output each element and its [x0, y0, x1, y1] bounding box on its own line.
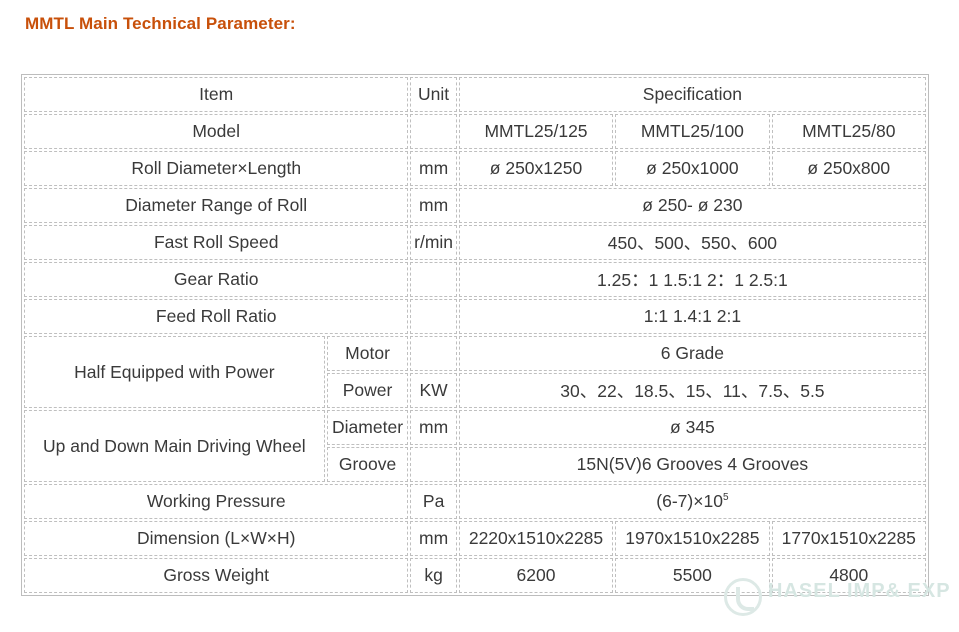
motor-unit: [410, 336, 457, 371]
model-value-1: MMTL25/125: [458, 114, 614, 149]
fast-speed-value: 450、500、550、600: [458, 225, 926, 260]
groove-unit: [410, 447, 457, 482]
diameter-range-value: ø 250- ø 230: [458, 188, 926, 223]
model-value-3: MMTL25/80: [771, 114, 926, 149]
table-row-model: Model MMTL25/125 MMTL25/100 MMTL25/80: [24, 114, 926, 149]
power-value: 30、22、18.5、15、11、7.5、5.5: [458, 373, 926, 408]
pressure-value-base: (6-7)×10: [656, 491, 723, 511]
power-unit: KW: [410, 373, 457, 408]
motor-value: 6 Grade: [458, 336, 926, 371]
power-label: Power: [326, 373, 409, 408]
roll-size-value-1: ø 250x1250: [458, 151, 614, 186]
table-row-roll-size: Roll Diameter×Length mm ø 250x1250 ø 250…: [24, 151, 926, 186]
groove-label: Groove: [326, 447, 409, 482]
pressure-label: Working Pressure: [24, 484, 409, 519]
wheel-diameter-value: ø 345: [458, 410, 926, 445]
spec-table-frame: Item Unit Specification Model MMTL25/125…: [21, 74, 929, 596]
feed-ratio-value: 1:1 1.4:1 2:1: [458, 299, 926, 334]
roll-size-unit: mm: [410, 151, 457, 186]
wheel-diameter-unit: mm: [410, 410, 457, 445]
half-power-label: Half Equipped with Power: [24, 336, 325, 408]
roll-size-label: Roll Diameter×Length: [24, 151, 409, 186]
table-row-dimension: Dimension (L×W×H) mm 2220x1510x2285 1970…: [24, 521, 926, 556]
weight-value-1: 6200: [458, 558, 614, 593]
weight-label: Gross Weight: [24, 558, 409, 593]
wheel-diameter-label: Diameter: [326, 410, 409, 445]
dimension-value-3: 1770x1510x2285: [771, 521, 926, 556]
gear-ratio-value: 1.25：1 1.5:1 2：1 2.5:1: [458, 262, 926, 297]
model-unit: [410, 114, 457, 149]
table-row-gear-ratio: Gear Ratio 1.25：1 1.5:1 2：1 2.5:1: [24, 262, 926, 297]
feed-ratio-unit: [410, 299, 457, 334]
roll-size-value-3: ø 250x800: [771, 151, 926, 186]
page-title: MMTL Main Technical Parameter:: [25, 14, 296, 33]
pressure-value-exponent: 5: [722, 492, 729, 503]
table-row-feed-ratio: Feed Roll Ratio 1:1 1.4:1 2:1: [24, 299, 926, 334]
fast-speed-label: Fast Roll Speed: [24, 225, 409, 260]
weight-unit: kg: [410, 558, 457, 593]
dimension-value-2: 1970x1510x2285: [615, 521, 770, 556]
dimension-label: Dimension (L×W×H): [24, 521, 409, 556]
fast-speed-unit: r/min: [410, 225, 457, 260]
model-label: Model: [24, 114, 409, 149]
motor-label: Motor: [326, 336, 409, 371]
gear-ratio-unit: [410, 262, 457, 297]
model-value-2: MMTL25/100: [615, 114, 770, 149]
table-row-header: Item Unit Specification: [24, 77, 926, 112]
dimension-unit: mm: [410, 521, 457, 556]
header-specification: Specification: [458, 77, 926, 112]
diameter-range-unit: mm: [410, 188, 457, 223]
feed-ratio-label: Feed Roll Ratio: [24, 299, 409, 334]
weight-value-2: 5500: [615, 558, 770, 593]
table-row-fast-speed: Fast Roll Speed r/min 450、500、550、600: [24, 225, 926, 260]
diameter-range-label: Diameter Range of Roll: [24, 188, 409, 223]
header-item: Item: [24, 77, 409, 112]
roll-size-value-2: ø 250x1000: [615, 151, 770, 186]
groove-value: 15N(5V)6 Grooves 4 Grooves: [458, 447, 926, 482]
table-row-diameter-range: Diameter Range of Roll mm ø 250- ø 230: [24, 188, 926, 223]
header-unit: Unit: [410, 77, 457, 112]
pressure-value: (6-7)×105: [458, 484, 926, 519]
spec-table: Item Unit Specification Model MMTL25/125…: [22, 75, 928, 595]
table-row-pressure: Working Pressure Pa (6-7)×105: [24, 484, 926, 519]
pressure-unit: Pa: [410, 484, 457, 519]
table-row-weight: Gross Weight kg 6200 5500 4800: [24, 558, 926, 593]
dimension-value-1: 2220x1510x2285: [458, 521, 614, 556]
gear-ratio-label: Gear Ratio: [24, 262, 409, 297]
weight-value-3: 4800: [771, 558, 926, 593]
table-row-motor: Half Equipped with Power Motor 6 Grade: [24, 336, 926, 408]
table-row-wheel-diameter: Up and Down Main Driving Wheel Diameter …: [24, 410, 926, 482]
driving-wheel-label: Up and Down Main Driving Wheel: [24, 410, 325, 482]
